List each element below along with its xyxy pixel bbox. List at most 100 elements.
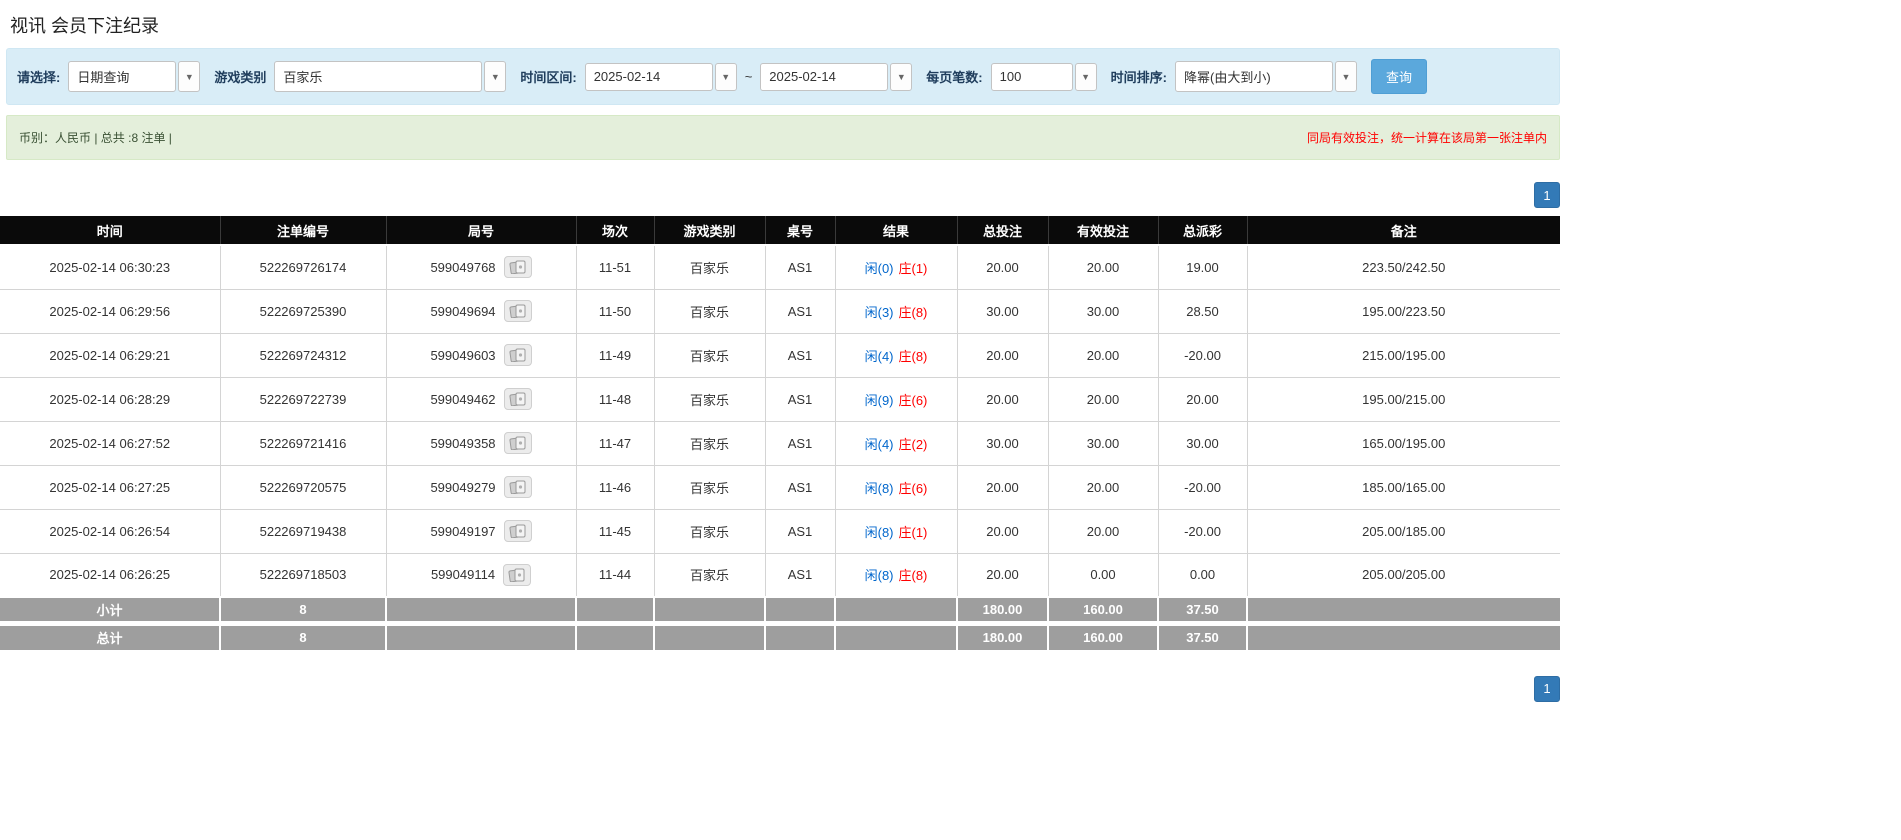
subtotal-payout: 37.50 [1158,596,1248,624]
betting-records-table: 时间 注单编号 局号 场次 游戏类别 桌号 结果 总投注 有效投注 总派彩 备注… [0,216,1560,650]
search-button[interactable]: 查询 [1370,59,1427,94]
time-range-label: 时间区间: [520,70,577,85]
page-size-value[interactable]: 100 [990,62,1073,91]
result-player: 闲(4) [864,436,894,452]
pagination-bottom: 1 [0,675,1560,702]
cell-remark: 185.00/165.00 [1247,465,1560,510]
cell-payout: 20.00 [1158,377,1248,422]
cell-result: 闲(8) 庄(6) [835,465,958,510]
chevron-down-icon[interactable]: ▼ [178,61,201,92]
chevron-down-icon[interactable]: ▼ [1334,61,1357,92]
cell-total-bet[interactable]: 20.00 [957,333,1049,378]
total-label: 总计 [0,621,221,650]
cell-time: 2025-02-14 06:26:54 [0,509,221,554]
cell-time: 2025-02-14 06:27:52 [0,421,221,466]
cards-result-icon[interactable] [503,256,532,279]
game-type-value[interactable]: 百家乐 [274,61,483,92]
result-banker: 庄(1) [898,260,928,276]
date-from-value[interactable]: 2025-02-14 [584,62,713,91]
cell-time: 2025-02-14 06:27:25 [0,465,221,510]
cell-bet-id: 522269719438 [220,509,387,554]
table-row: 2025-02-14 06:30:23 522269726174 5990497… [0,245,1560,290]
cell-result: 闲(4) 庄(8) [835,333,958,378]
cards-result-icon[interactable] [503,563,532,586]
query-type-value[interactable]: 日期查询 [68,61,177,92]
cell-session: 11-47 [576,421,655,466]
col-total-bet: 总投注 [957,216,1049,246]
table-row: 2025-02-14 06:28:29 522269722739 5990494… [0,377,1560,422]
subtotal-label: 小计 [0,596,221,624]
cell-time: 2025-02-14 06:30:23 [0,245,221,290]
cards-result-icon[interactable] [503,432,532,454]
col-bet-id: 注单编号 [220,216,387,246]
date-to-value[interactable]: 2025-02-14 [760,62,889,91]
cell-valid-bet: 30.00 [1048,289,1159,334]
time-sort-value[interactable]: 降幂(由大到小) [1174,61,1333,92]
cell-bet-id: 522269726174 [220,245,387,290]
cards-result-icon[interactable] [503,344,532,366]
game-type-select[interactable]: 百家乐 ▼ [274,61,507,92]
round-id-value: 599049114 [430,567,496,583]
round-id-value: 599049279 [430,479,496,495]
round-id-value: 599049768 [430,259,496,275]
cell-session: 11-44 [576,553,655,598]
cell-session: 11-51 [576,245,655,290]
round-id-value: 599049603 [430,347,496,363]
currency-summary-text: 币别：人民币 | 总共 :8 注单 | [19,131,172,145]
total-count: 8 [220,621,387,650]
result-player: 闲(3) [864,304,894,320]
cell-game-type: 百家乐 [654,333,766,378]
valid-bet-notice-text: 同局有效投注，统一计算在该局第一张注单内 [1306,131,1547,145]
cell-session: 11-48 [576,377,655,422]
pagination-top: 1 [0,182,1560,208]
date-to-select[interactable]: 2025-02-14 ▼ [760,62,913,91]
page-button-1[interactable]: 1 [1534,675,1560,702]
cell-valid-bet: 30.00 [1048,421,1159,466]
cell-total-bet[interactable]: 20.00 [957,245,1049,290]
cell-total-bet[interactable]: 30.00 [957,289,1049,334]
filter-bar: 请选择: 日期查询 ▼ 游戏类别 百家乐 ▼ 时间区间: 2025-02-14 … [6,48,1560,105]
subtotal-total-bet: 180.00 [957,596,1049,624]
chevron-down-icon[interactable]: ▼ [714,62,737,91]
result-player: 闲(8) [864,480,894,496]
cards-result-icon[interactable] [503,476,532,498]
cell-table-no: AS1 [765,377,836,422]
cell-round-id: 599049197 [386,509,577,554]
cell-remark: 205.00/185.00 [1247,509,1560,554]
cards-result-icon[interactable] [503,388,532,410]
cell-round-id: 599049358 [386,421,577,466]
info-bar: 币别：人民币 | 总共 :8 注单 | 同局有效投注，统一计算在该局第一张注单内 [6,115,1560,160]
cell-total-bet[interactable]: 20.00 [957,377,1049,422]
time-sort-label: 时间排序: [1110,70,1167,85]
cell-total-bet[interactable]: 20.00 [957,509,1049,554]
cell-valid-bet: 20.00 [1048,333,1159,378]
range-separator: ~ [744,69,753,84]
col-time: 时间 [0,216,221,246]
chevron-down-icon[interactable]: ▼ [890,62,913,91]
cell-total-bet[interactable]: 20.00 [957,465,1049,510]
cards-result-icon[interactable] [503,520,532,542]
cell-remark: 215.00/195.00 [1247,333,1560,378]
page-size-select[interactable]: 100 ▼ [990,62,1097,91]
result-player: 闲(9) [864,392,894,408]
query-type-select[interactable]: 日期查询 ▼ [68,61,201,92]
time-sort-select[interactable]: 降幂(由大到小) ▼ [1174,61,1357,92]
cards-result-icon[interactable] [503,300,532,322]
chevron-down-icon[interactable]: ▼ [1074,62,1097,91]
col-session: 场次 [576,216,655,246]
round-id-value: 599049358 [430,435,496,451]
cell-table-no: AS1 [765,553,836,598]
cell-table-no: AS1 [765,245,836,290]
cell-payout: 30.00 [1158,421,1248,466]
cell-session: 11-50 [576,289,655,334]
cell-total-bet[interactable]: 30.00 [957,421,1049,466]
date-from-select[interactable]: 2025-02-14 ▼ [584,62,737,91]
cell-valid-bet: 20.00 [1048,377,1159,422]
table-header-row: 时间 注单编号 局号 场次 游戏类别 桌号 结果 总投注 有效投注 总派彩 备注 [0,216,1560,246]
cell-total-bet[interactable]: 20.00 [957,553,1049,598]
table-row: 2025-02-14 06:27:25 522269720575 5990492… [0,465,1560,510]
table-row: 2025-02-14 06:26:54 522269719438 5990491… [0,509,1560,554]
chevron-down-icon[interactable]: ▼ [484,61,507,92]
col-remark: 备注 [1247,216,1560,246]
page-button-1[interactable]: 1 [1534,182,1560,208]
